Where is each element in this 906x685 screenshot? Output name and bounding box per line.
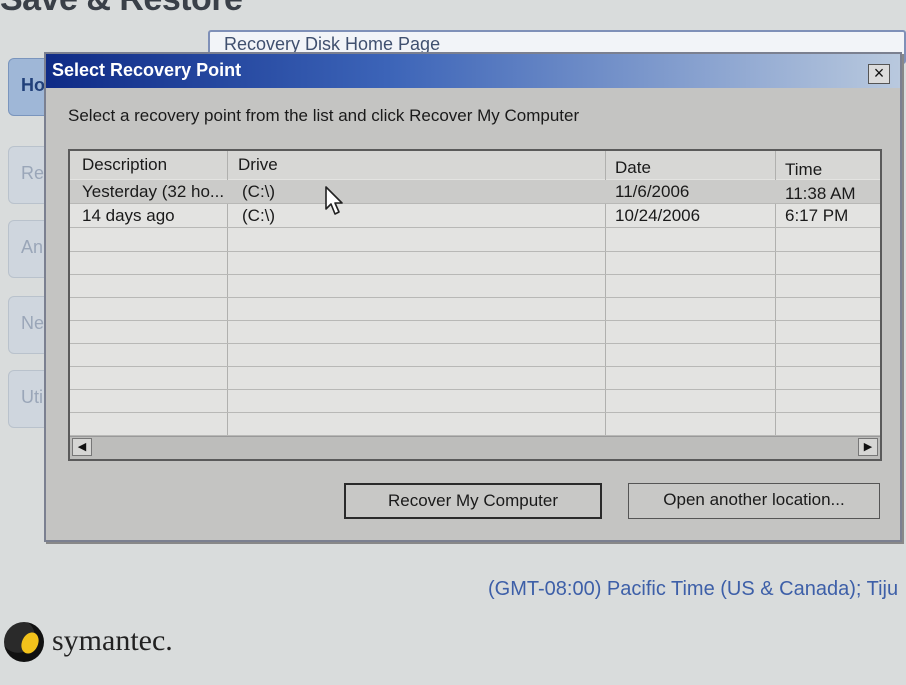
empty-row [70, 320, 880, 344]
row-time: 11:38 AM [785, 184, 856, 203]
scroll-left-icon[interactable]: ◀ [72, 438, 92, 456]
dialog-title: Select Recovery Point [52, 60, 242, 80]
column-header-time[interactable]: Time [785, 160, 822, 180]
scroll-right-icon[interactable]: ▶ [858, 438, 878, 456]
empty-row [70, 297, 880, 321]
row-date: 11/6/2006 [615, 182, 690, 201]
row-drive: (C:\) [242, 182, 276, 201]
recovery-point-list[interactable]: Description Drive Date Time Yesterday (3… [68, 149, 882, 461]
row-description: Yesterday (32 ho... [82, 182, 225, 201]
row-time: 6:17 PM [785, 206, 849, 225]
select-recovery-point-dialog: Select Recovery Point × Select a recover… [44, 52, 902, 542]
empty-row [70, 274, 880, 298]
close-button[interactable]: × [868, 64, 890, 84]
empty-row [70, 389, 880, 413]
mouse-pointer-icon [325, 186, 343, 215]
row-date: 10/24/2006 [615, 206, 701, 225]
dialog-instruction: Select a recovery point from the list an… [68, 106, 580, 125]
empty-row [70, 343, 880, 367]
row-description: 14 days ago [82, 206, 175, 225]
logo-text: symantec. [52, 624, 173, 657]
app-page-title: Save & Restore [0, 0, 243, 19]
column-header-date[interactable]: Date [615, 158, 651, 178]
open-another-location-button[interactable]: Open another location... [628, 483, 880, 519]
list-header: Description Drive Date Time [70, 151, 880, 179]
column-header-description[interactable]: Description [82, 155, 167, 175]
table-row[interactable]: 14 days ago (C:\) 10/24/2006 6:17 PM [70, 204, 880, 228]
horizontal-scrollbar[interactable]: ◀ ▶ [70, 436, 880, 459]
timezone-label: (GMT-08:00) Pacific Time (US & Canada); … [488, 578, 899, 600]
symantec-logo-icon [4, 622, 44, 662]
recover-my-computer-button[interactable]: Recover My Computer [344, 483, 602, 519]
empty-row [70, 251, 880, 275]
row-drive: (C:\) [242, 206, 276, 225]
empty-row [70, 366, 880, 390]
dialog-titlebar[interactable]: Select Recovery Point × [46, 54, 900, 88]
column-header-drive[interactable]: Drive [238, 155, 278, 175]
empty-row [70, 228, 880, 252]
table-row[interactable]: Yesterday (32 ho... (C:\) 11/6/2006 11:3… [70, 180, 880, 204]
empty-row [70, 412, 880, 436]
